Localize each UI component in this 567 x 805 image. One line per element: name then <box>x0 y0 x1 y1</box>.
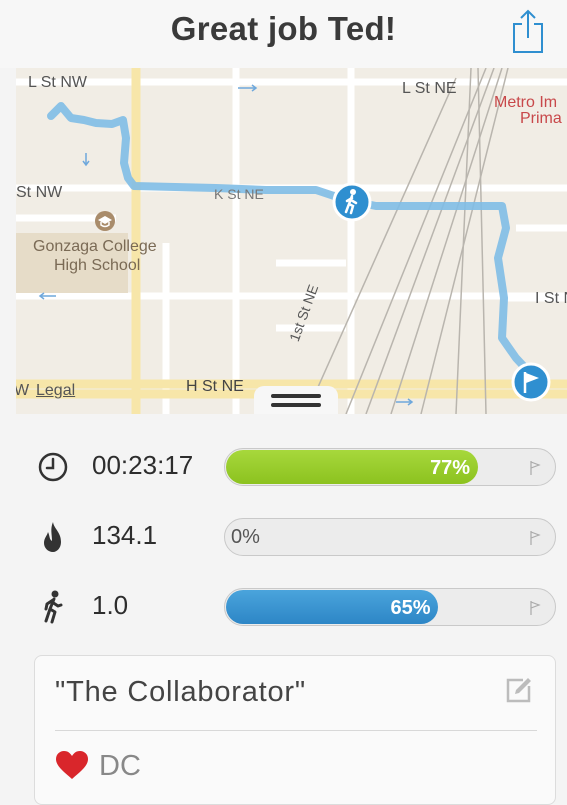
calories-percent: 0% <box>231 526 260 548</box>
handle-line-top <box>271 394 321 398</box>
goal-flag-icon <box>530 461 541 475</box>
edit-icon[interactable] <box>505 676 533 704</box>
street-label-k-st-ne: K St NE <box>214 186 264 202</box>
distance-progress-fill: 65% <box>226 590 439 624</box>
card-divider <box>55 730 537 731</box>
poi-school-line1: Gonzaga College <box>33 238 157 255</box>
header: Great job Ted! <box>0 0 567 68</box>
walker-marker-icon <box>332 182 372 222</box>
clock-icon <box>38 452 68 482</box>
street-label-w: W <box>16 382 30 399</box>
handle-line-bottom <box>271 403 321 407</box>
heart-icon <box>56 751 88 779</box>
walker-icon <box>44 590 63 624</box>
finish-flag-marker-icon <box>511 362 551 402</box>
stat-row-time: 00:23:17 77% <box>0 444 567 488</box>
workout-title: "The Collaborator" <box>55 676 306 708</box>
street-label-l-st-nw: L St NW <box>28 74 87 91</box>
time-percent: 77% <box>430 457 471 479</box>
calories-progress-bar: 0% <box>224 518 556 556</box>
drawer-handle[interactable] <box>254 386 338 414</box>
flame-icon <box>44 522 61 552</box>
street-label-l-st-ne: L St NE <box>402 80 457 97</box>
distance-progress-bar: 65% <box>224 588 556 626</box>
poi-school-line2: High School <box>54 257 141 274</box>
distance-value: 1.0 <box>92 590 129 620</box>
stat-row-distance: 1.0 65% <box>0 584 567 628</box>
distance-percent: 65% <box>390 597 431 619</box>
street-label-h-st-ne: H St NE <box>186 378 244 395</box>
route-map[interactable]: L St NW L St NE Metro Im Prima St NW K S… <box>16 68 567 414</box>
poi-metro-line2: Prima <box>520 110 562 127</box>
goal-flag-icon <box>530 601 541 615</box>
legal-link[interactable]: Legal <box>36 382 75 400</box>
time-progress-fill: 77% <box>226 450 479 484</box>
workout-card: "The Collaborator" DC <box>34 655 556 805</box>
location-tag: DC <box>99 750 141 782</box>
page-title: Great job Ted! <box>170 10 397 47</box>
school-icon <box>95 211 115 231</box>
time-value: 00:23:17 <box>92 450 194 480</box>
calories-value: 134.1 <box>92 520 158 550</box>
share-button[interactable] <box>511 8 545 54</box>
street-label-st-nw: St NW <box>16 184 63 201</box>
time-progress-bar: 77% <box>224 448 556 486</box>
stat-row-calories: 134.1 0% <box>0 514 567 558</box>
street-label-i-st: I St N <box>535 290 567 307</box>
share-icon <box>513 9 543 53</box>
goal-flag-icon <box>530 531 541 545</box>
